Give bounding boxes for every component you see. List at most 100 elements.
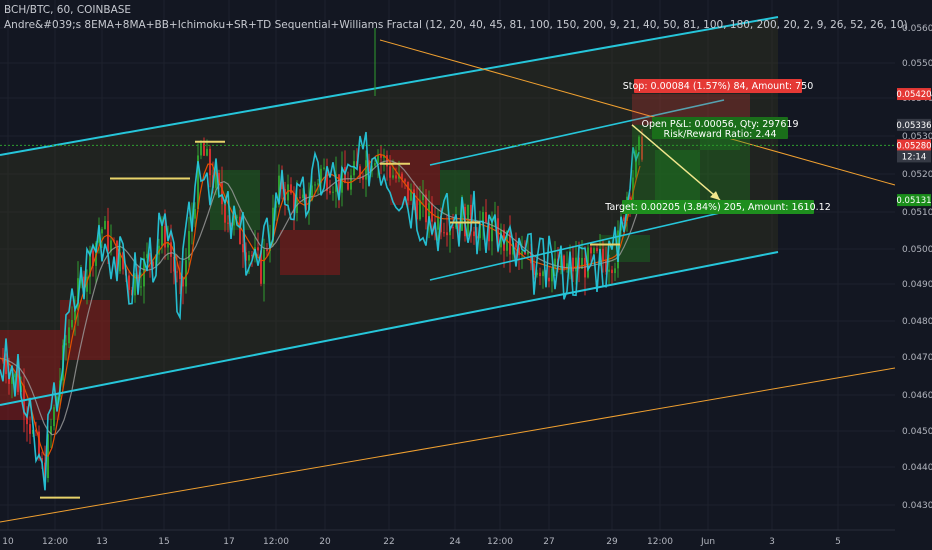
time-tick-label: Jun — [700, 537, 715, 547]
candle-body — [611, 269, 613, 274]
price-tick-label: 0.04700 — [902, 353, 932, 363]
time-tick-label: 12:00 — [42, 537, 68, 547]
time-tick-label: 12:00 — [647, 537, 673, 547]
price-badge-label: 12:14 — [902, 152, 927, 162]
candle-body — [572, 257, 574, 272]
candle-body — [101, 229, 103, 234]
candle-body — [473, 231, 475, 237]
candle-body — [452, 227, 454, 229]
time-tick-label: 10 — [2, 537, 14, 547]
candle-body — [209, 148, 211, 176]
price-tick-label: 0.04500 — [902, 427, 932, 437]
candle-body — [596, 248, 598, 252]
candle-body — [257, 247, 259, 251]
price-tick-label: 0.05500 — [902, 59, 932, 69]
candle-body — [614, 268, 616, 274]
target-label: Target: 0.00205 (3.84%) 205, Amount: 161… — [604, 200, 831, 214]
candle-body — [539, 272, 541, 277]
price-tick-label: 0.05200 — [902, 170, 932, 180]
time-axis[interactable]: 10 12:00 13 15 17 12:00 20 22 24 12:00 27 29 12:00 Ju… — [0, 529, 932, 550]
candle-body — [68, 327, 70, 344]
candle-body — [5, 361, 7, 375]
chart-canvas[interactable]: 0.056000.055000.054000.053000.052000.051… — [0, 0, 932, 550]
candle-body — [515, 242, 517, 248]
pnl-label-text: Risk/Reward Ratio: 2.44 — [663, 129, 776, 140]
indicator-legend[interactable]: Andre&#039;s 8EMA+8MA+BB+Ichimoku+SR+TD … — [4, 18, 908, 33]
candle-body — [347, 182, 349, 190]
candle-body — [140, 286, 142, 288]
candle-body — [128, 275, 130, 290]
candle-body — [443, 232, 445, 234]
time-tick-label: 15 — [158, 537, 169, 547]
candle-body — [65, 343, 67, 346]
price-tick-label: 0.04300 — [902, 501, 932, 511]
price-tick-label: 0.05100 — [902, 208, 932, 218]
price-badge-label: 0.05336 — [896, 121, 931, 131]
candle-body — [407, 181, 409, 201]
time-tick-label: 12:00 — [487, 537, 513, 547]
candle-body — [593, 248, 595, 254]
candle-body — [608, 269, 610, 272]
candle-body — [161, 225, 163, 246]
candle-body — [104, 220, 106, 230]
candle-body — [323, 167, 325, 169]
time-tick-label: 29 — [606, 537, 618, 547]
pnl-label: Open P&L: 0.00056, Qty: 297619Risk/Rewar… — [642, 117, 799, 140]
candle-body — [206, 148, 208, 156]
candle-body — [29, 424, 31, 434]
price-axis[interactable]: 0.056000.055000.054000.053000.052000.051… — [895, 0, 932, 550]
candle-body — [446, 232, 448, 236]
time-tick-label: 12:00 — [263, 537, 289, 547]
price-tick-label: 0.04800 — [902, 317, 932, 327]
target-label-text: Target: 0.00205 (3.84%) 205, Amount: 161… — [604, 202, 831, 213]
ichimoku-cloud — [280, 230, 340, 275]
time-tick-label: 17 — [223, 537, 234, 547]
candle-body — [329, 191, 331, 193]
candle-body — [242, 244, 244, 253]
candle-body — [224, 204, 226, 223]
candle-body — [194, 209, 196, 219]
candle-body — [314, 184, 316, 186]
candle-body — [332, 191, 334, 193]
price-tick-label: 0.04900 — [902, 280, 932, 290]
time-axis-bg — [0, 530, 932, 550]
candle-body — [365, 160, 367, 180]
candle-body — [227, 222, 229, 224]
candle-body — [290, 184, 292, 194]
time-tick-label: 5 — [835, 537, 841, 547]
symbol-title[interactable]: BCH/BTC, 60, COINBASE — [4, 3, 908, 18]
candle-body — [374, 163, 376, 166]
candle-body — [266, 249, 268, 252]
price-tick-label: 0.05000 — [902, 245, 932, 255]
ichimoku-cloud — [60, 300, 110, 360]
chart-header: BCH/BTC, 60, COINBASE Andre&#039;s 8EMA+… — [4, 3, 908, 33]
candle-body — [299, 197, 301, 199]
price-badge-label: 0.05420 — [896, 90, 931, 100]
time-tick-label: 20 — [319, 537, 331, 547]
candle-body — [53, 407, 55, 427]
candle-body — [263, 249, 265, 284]
stop-label: Stop: 0.00084 (1.57%) 84, Amount: 750 — [623, 79, 813, 93]
price-tick-label: 0.04600 — [902, 391, 932, 401]
candle-body — [395, 175, 397, 179]
time-tick-label: 22 — [383, 537, 394, 547]
price-badge-label: 0.05131 — [896, 196, 931, 206]
time-tick-label: 3 — [769, 537, 775, 547]
candle-body — [542, 271, 544, 277]
candle-body — [392, 175, 394, 178]
price-badge-label: 0.05280 — [896, 141, 931, 151]
candle-body — [419, 200, 421, 220]
candle-body — [248, 255, 250, 261]
time-tick-label: 27 — [543, 537, 554, 547]
candle-body — [176, 271, 178, 273]
candle-body — [602, 248, 604, 261]
candle-body — [554, 258, 556, 269]
candle-body — [404, 179, 406, 182]
candle-body — [317, 183, 319, 185]
candle-body — [575, 257, 577, 272]
time-tick-label: 24 — [449, 537, 461, 547]
time-tick-label: 13 — [96, 537, 107, 547]
price-tick-label: 0.04400 — [902, 463, 932, 473]
candle-body — [185, 260, 187, 287]
candle-body — [389, 166, 391, 178]
